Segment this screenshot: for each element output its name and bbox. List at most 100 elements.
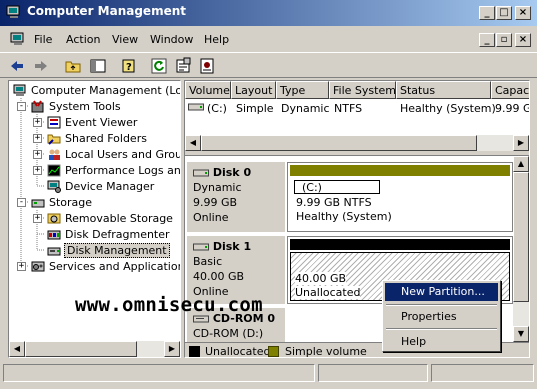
up-folder-icon[interactable] [64, 57, 82, 75]
scroll-thumb[interactable] [513, 172, 529, 302]
child-close-button[interactable]: × [515, 33, 531, 47]
column-header-type[interactable]: Type [276, 81, 329, 99]
expand-icon[interactable]: + [17, 262, 26, 271]
column-header-layout[interactable]: Layout [231, 81, 276, 99]
minimize-button[interactable]: _ [479, 6, 495, 20]
tree-item-disk-defragmenter[interactable]: Disk Defragmenter [9, 227, 180, 243]
tree-item-removable-storage[interactable]: + Removable Storage [9, 211, 180, 227]
wizard-icon[interactable] [198, 57, 216, 75]
legend-swatch-simple [268, 346, 279, 357]
disk-name: Disk 0 [212, 166, 252, 179]
tree-item-device-manager[interactable]: Device Manager [9, 179, 180, 195]
menu-item-new-partition[interactable]: New Partition... [385, 283, 498, 301]
scroll-left-button[interactable]: ◀ [9, 341, 25, 357]
scroll-thumb[interactable] [201, 135, 477, 151]
users-icon [49, 149, 60, 160]
legend-label-simple: Simple volume [285, 345, 367, 357]
disk-info-box[interactable]: Disk 0 Dynamic 9.99 GB Online [187, 162, 285, 232]
menu-item-help[interactable]: Help [385, 333, 498, 351]
disk-kind: Dynamic [193, 181, 242, 194]
partition-c[interactable]: (C:) 9.99 GB NTFS Healthy (System) [287, 162, 513, 232]
refresh-icon[interactable] [150, 57, 168, 75]
menu-help[interactable]: Help [204, 33, 229, 46]
tree-root[interactable]: Computer Management (Local) [11, 83, 180, 99]
status-bar [0, 362, 537, 384]
menu-action[interactable]: Action [66, 33, 100, 46]
tree-item-event-viewer[interactable]: + Event Viewer [9, 115, 180, 131]
forward-arrow-icon[interactable] [32, 57, 50, 75]
disk-row-0[interactable]: Disk 0 Dynamic 9.99 GB Online (C:) 9.99 … [187, 162, 513, 232]
tree-item-system-tools[interactable]: - System Tools [9, 99, 180, 115]
tree-item-shared-folders[interactable]: + Shared Folders [9, 131, 180, 147]
legend-swatch-unallocated [189, 346, 200, 357]
expand-icon[interactable]: + [33, 166, 42, 175]
svg-text:?: ? [126, 62, 132, 73]
scroll-left-button[interactable]: ◀ [185, 135, 201, 151]
partition-status: Healthy (System) [296, 210, 392, 223]
child-restore-button[interactable]: ▫ [496, 33, 512, 47]
expand-icon[interactable]: + [33, 134, 42, 143]
collapse-icon[interactable]: - [17, 198, 26, 207]
menu-item-properties[interactable]: Properties [385, 308, 498, 326]
status-cell-2 [318, 364, 428, 382]
cell-layout: Simple [236, 102, 274, 115]
volume-list[interactable]: Volume Layout Type File System Status Ca… [185, 81, 529, 151]
disk-vertical-scrollbar[interactable]: ▲ ▼ [513, 156, 529, 342]
column-header-capacity[interactable]: Capacity [491, 81, 529, 99]
expand-icon[interactable]: + [33, 118, 42, 127]
tree-item-local-users[interactable]: + Local Users and Groups [9, 147, 180, 163]
scroll-right-button[interactable]: ▶ [513, 135, 529, 151]
tree-item-services-applications[interactable]: + Services and Applications [9, 259, 181, 275]
tree-item-storage[interactable]: - Storage [9, 195, 180, 211]
menu-separator [386, 304, 497, 306]
device-manager-icon [47, 180, 61, 193]
maximize-button[interactable]: □ [496, 6, 512, 20]
tools-icon [31, 100, 44, 113]
cell-status: Healthy (System) [400, 102, 496, 115]
menu-bar: File Action View Window Help _ ▫ × [0, 28, 537, 50]
tree-item-performance-logs[interactable]: + Performance Logs and [9, 163, 180, 179]
scroll-up-button[interactable]: ▲ [513, 156, 529, 172]
help-book-icon[interactable]: ? [120, 57, 138, 75]
toolbar: ? [0, 52, 537, 78]
title-bar[interactable]: Computer Management _ □ × [0, 0, 537, 26]
tree-label: Shared Folders [65, 132, 147, 145]
properties-icon[interactable] [174, 57, 192, 75]
tree-item-disk-management[interactable]: Disk Management [9, 243, 180, 259]
context-menu[interactable]: New Partition... Properties Help [382, 280, 501, 352]
partition-detail: 9.99 GB NTFS [296, 196, 372, 209]
cell-type: Dynamic [281, 102, 330, 115]
table-row[interactable]: (C:) Simple Dynamic NTFS Healthy (System… [185, 100, 529, 116]
disk-name: Disk 1 [212, 240, 252, 253]
partition-size: 40.00 GB [295, 272, 347, 285]
cell-file-system: NTFS [334, 102, 363, 115]
expand-icon[interactable]: + [33, 150, 42, 159]
child-minimize-button[interactable]: _ [479, 33, 495, 47]
close-button[interactable]: × [515, 6, 531, 20]
menu-separator [386, 328, 497, 330]
menu-window[interactable]: Window [150, 33, 193, 46]
list-horizontal-scrollbar[interactable]: ◀ ▶ [185, 135, 529, 151]
column-header-volume[interactable]: Volume [185, 81, 231, 99]
scroll-thumb[interactable] [25, 341, 137, 357]
tree-horizontal-scrollbar[interactable]: ◀ ▶ [9, 341, 180, 357]
tree-label: Services and Applications [49, 260, 181, 273]
defragmenter-icon [47, 230, 61, 240]
menu-file[interactable]: File [34, 33, 52, 46]
mmc-icon [10, 32, 24, 45]
services-icon [31, 261, 45, 272]
back-arrow-icon[interactable] [8, 57, 26, 75]
collapse-icon[interactable]: - [17, 102, 26, 111]
column-header-status[interactable]: Status [396, 81, 491, 99]
scroll-right-button[interactable]: ▶ [164, 341, 180, 357]
disk-kind: Basic [193, 255, 223, 268]
menu-view[interactable]: View [112, 33, 138, 46]
expand-icon[interactable]: + [33, 214, 42, 223]
partition-status: Unallocated [295, 286, 361, 299]
disk-icon [193, 243, 209, 251]
scroll-down-button[interactable]: ▼ [513, 326, 529, 342]
show-hide-tree-icon[interactable] [89, 57, 107, 75]
console-tree[interactable]: Computer Management (Local) - System Too… [8, 80, 181, 358]
disk-size: 40.00 GB [193, 270, 245, 283]
column-header-file-system[interactable]: File System [329, 81, 396, 99]
